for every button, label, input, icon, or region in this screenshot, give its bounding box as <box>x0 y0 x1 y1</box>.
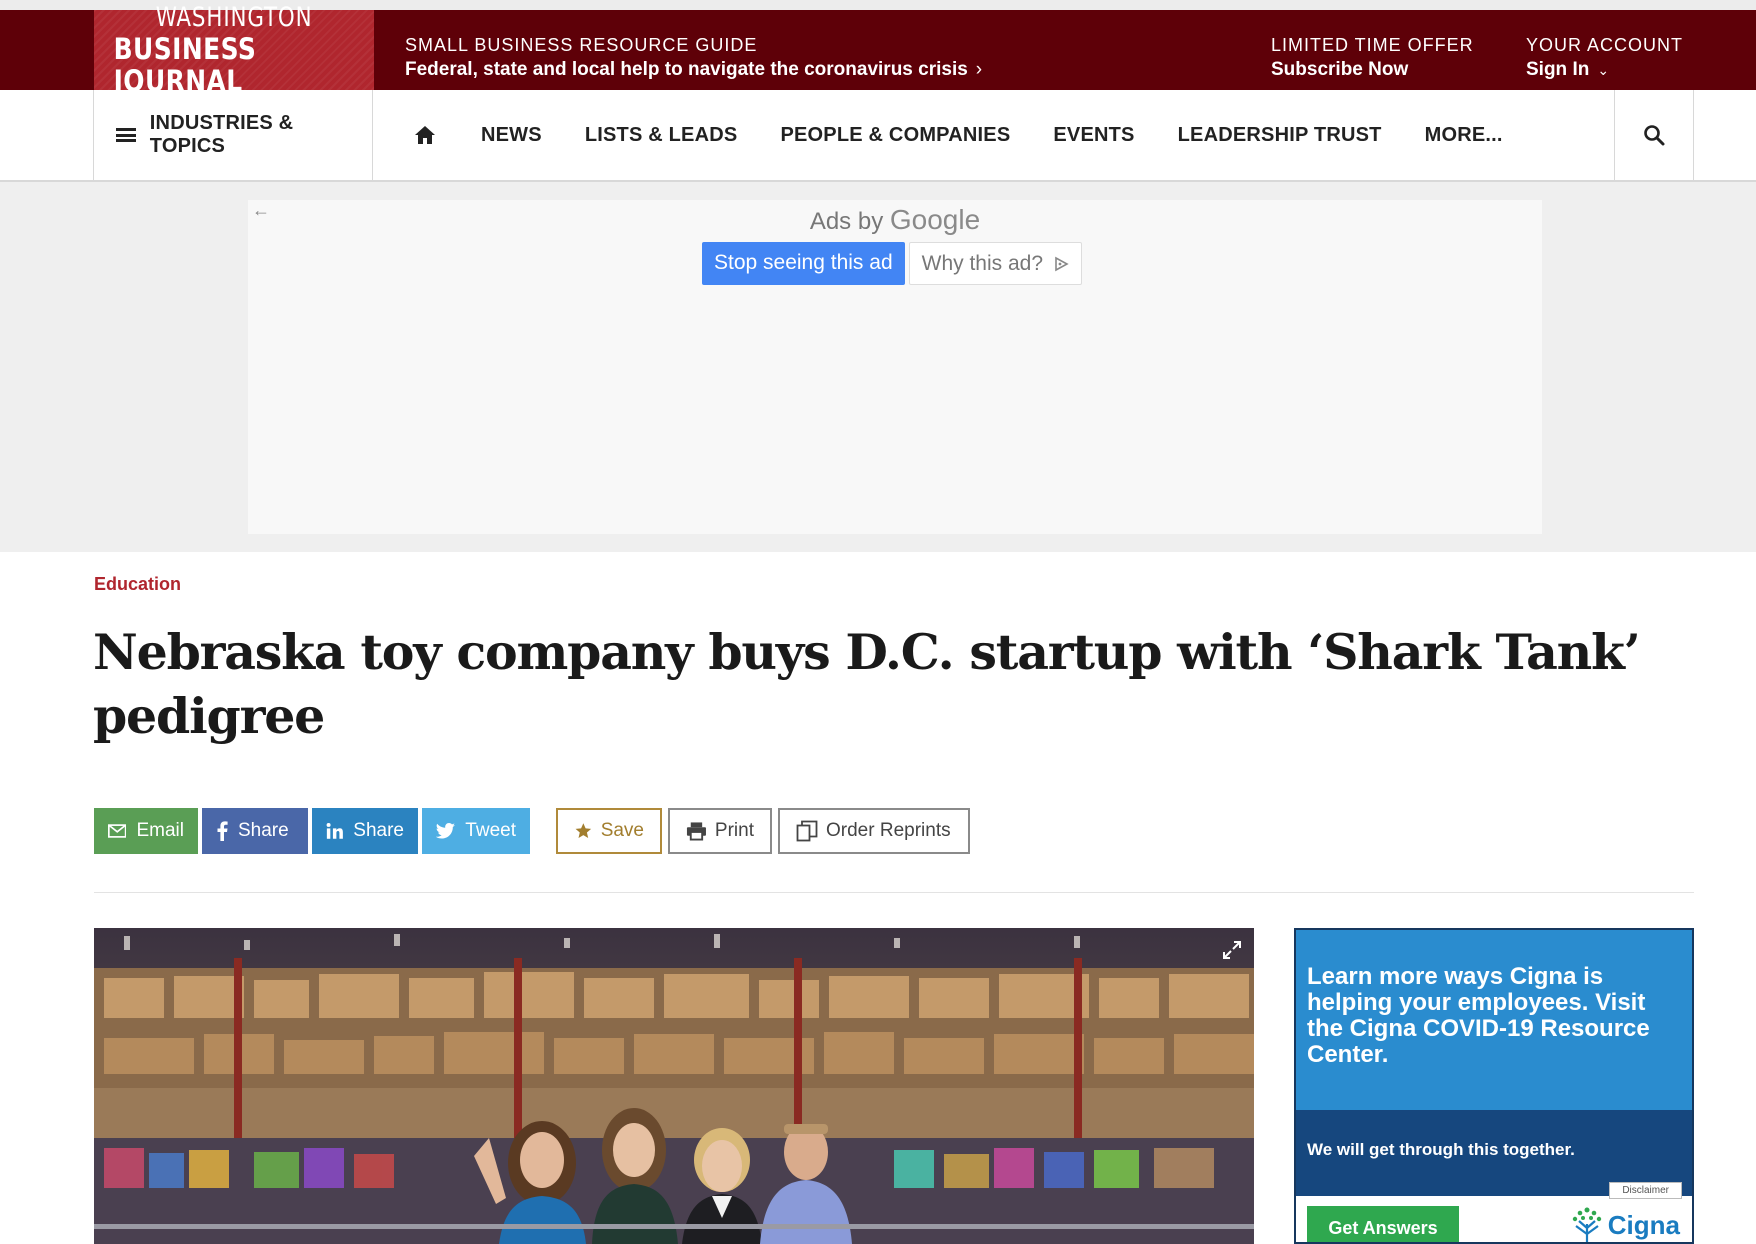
cigna-logo: Cigna <box>1570 1206 1680 1242</box>
main-nav: INDUSTRIES & TOPICS NEWS LISTS & LEADS P… <box>0 90 1756 182</box>
stop-seeing-ad-button[interactable]: Stop seeing this ad <box>702 242 905 285</box>
subscribe-text: Subscribe Now <box>1271 59 1409 80</box>
share-buttons: Email Share Share Tweet <box>94 808 530 854</box>
why-this-ad-button[interactable]: Why this ad? <box>908 242 1083 285</box>
facebook-share-label: Share <box>238 820 289 841</box>
article-section-link[interactable]: Education <box>94 574 181 595</box>
nav-item-more[interactable]: MORE... <box>1425 124 1503 147</box>
cigna-ad-subtext: We will get through this together. <box>1307 1140 1575 1159</box>
twitter-bird-icon <box>436 823 455 839</box>
nav-links: NEWS LISTS & LEADS PEOPLE & COMPANIES EV… <box>373 90 1546 180</box>
email-share-button[interactable]: Email <box>94 808 198 854</box>
nav-item-leadership-trust[interactable]: LEADERSHIP TRUST <box>1178 124 1382 147</box>
nav-item-people-companies[interactable]: PEOPLE & COMPANIES <box>780 124 1010 147</box>
linkedin-share-label: Share <box>353 820 404 841</box>
warehouse-team-photo <box>94 928 1254 1244</box>
logo-line1: WASHINGTON <box>155 2 313 33</box>
ad-feedback-buttons: Stop seeing this ad Why this ad? <box>702 242 1083 285</box>
nav-item-lists-leads[interactable]: LISTS & LEADS <box>585 124 738 147</box>
resource-guide-link[interactable]: SMALL BUSINESS RESOURCE GUIDE Federal, s… <box>405 33 982 83</box>
copy-icon <box>796 820 818 842</box>
order-reprints-button[interactable]: Order Reprints <box>778 808 970 854</box>
save-button[interactable]: Save <box>556 808 662 854</box>
resource-guide-kicker: SMALL BUSINESS RESOURCE GUIDE <box>405 35 758 55</box>
disclaimer-link[interactable]: Disclaimer <box>1609 1182 1682 1199</box>
site-logo[interactable]: WASHINGTON BUSINESS JOURNAL <box>94 3 374 97</box>
adchoices-icon <box>1055 256 1069 271</box>
twitter-share-label: Tweet <box>465 820 516 841</box>
star-icon <box>575 823 592 839</box>
print-button[interactable]: Print <box>668 808 772 854</box>
hamburger-icon <box>116 128 136 142</box>
nav-item-events[interactable]: EVENTS <box>1053 124 1134 147</box>
top-banner: WASHINGTON BUSINESS JOURNAL SMALL BUSINE… <box>0 3 1756 97</box>
industries-label: INDUSTRIES & TOPICS <box>149 112 294 157</box>
resource-guide-text: Federal, state and local help to navigat… <box>405 59 968 80</box>
article-tools: Save Print Order Reprints <box>556 808 970 854</box>
cigna-ad-top-panel: Learn more ways Cigna is helping your em… <box>1296 930 1692 1110</box>
ads-by-google-label: Ads by Google <box>248 204 1542 236</box>
linkedin-icon <box>326 822 343 839</box>
industries-topics-menu[interactable]: INDUSTRIES & TOPICS <box>93 90 373 180</box>
google-ad-box: ← Ads by Google Stop seeing this ad Why … <box>248 200 1542 534</box>
article-headline: Nebraska toy company buys D.C. startup w… <box>93 623 1641 745</box>
printer-icon <box>686 822 706 841</box>
ad-banner-area: ← Ads by Google Stop seeing this ad Why … <box>0 182 1756 552</box>
ads-by-text: Ads by <box>809 208 884 235</box>
print-label: Print <box>714 820 754 841</box>
nav-item-news[interactable]: NEWS <box>481 124 542 147</box>
facebook-share-button[interactable]: Share <box>202 808 308 854</box>
cigna-tree-icon <box>1572 1207 1601 1242</box>
search-icon <box>1644 125 1665 146</box>
subscribe-link[interactable]: LIMITED TIME OFFER Subscribe Now <box>1271 33 1474 83</box>
account-kicker: YOUR ACCOUNT <box>1526 35 1684 55</box>
content-divider <box>94 892 1694 893</box>
chevron-down-icon: ⌄ <box>1597 62 1610 78</box>
linkedin-share-button[interactable]: Share <box>312 808 418 854</box>
google-wordmark: Google <box>889 204 981 235</box>
expand-icon[interactable] <box>1220 938 1244 962</box>
cigna-ad-mid-panel: We will get through this together. Discl… <box>1296 1110 1692 1199</box>
search-button[interactable] <box>1614 90 1694 180</box>
envelope-icon <box>108 824 127 838</box>
order-reprints-label: Order Reprints <box>826 820 951 841</box>
article-photo[interactable] <box>94 928 1254 1244</box>
email-share-label: Email <box>136 820 184 841</box>
cigna-sidebar-ad[interactable]: Learn more ways Cigna is helping your em… <box>1294 928 1694 1244</box>
twitter-share-button[interactable]: Tweet <box>422 808 530 854</box>
cigna-wordmark: Cigna <box>1607 1209 1680 1240</box>
get-answers-button[interactable]: Get Answers <box>1307 1206 1459 1242</box>
sign-in-text: Sign In <box>1526 59 1590 80</box>
account-menu[interactable]: YOUR ACCOUNT Sign In ⌄ <box>1526 33 1683 83</box>
facebook-icon <box>217 821 228 841</box>
cigna-ad-headline: Learn more ways Cigna is helping your em… <box>1307 963 1650 1068</box>
save-label: Save <box>600 820 644 841</box>
logo-line2: BUSINESS JOURNAL <box>113 32 257 98</box>
chevron-right-icon: › <box>975 59 983 80</box>
why-this-ad-label: Why this ad? <box>921 251 1044 275</box>
offer-kicker: LIMITED TIME OFFER <box>1271 35 1474 55</box>
home-icon[interactable] <box>413 123 437 147</box>
